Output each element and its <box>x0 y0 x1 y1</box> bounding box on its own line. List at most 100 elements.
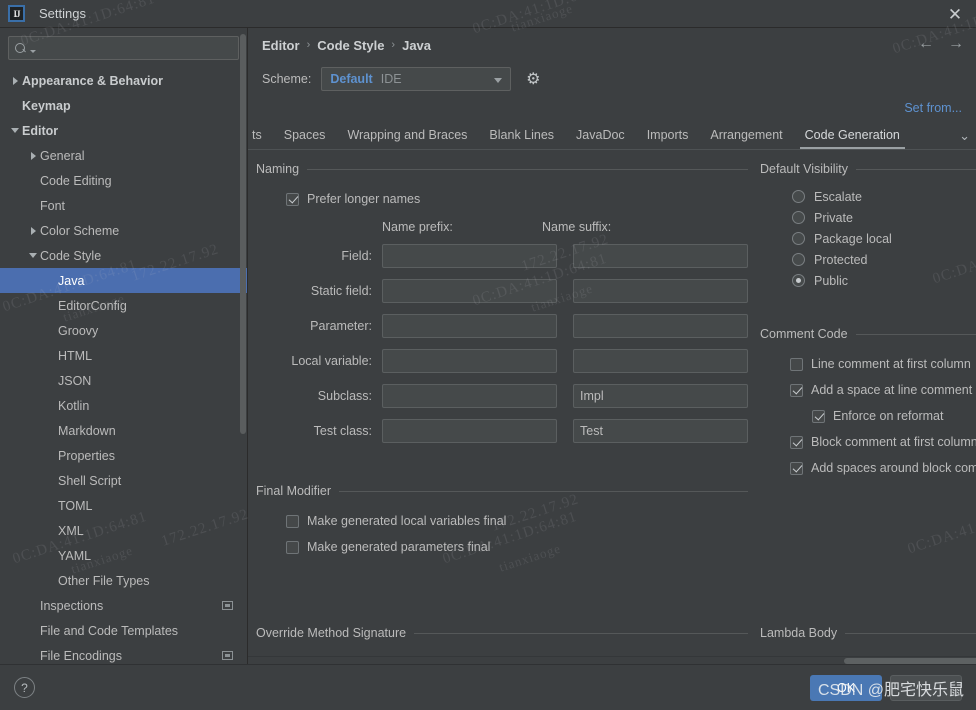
chevron-down-icon[interactable] <box>8 128 22 133</box>
copy-settings-icon[interactable] <box>222 601 233 610</box>
sidebar-item-groovy[interactable]: Groovy <box>0 318 247 343</box>
checkbox-make-generated-parameters-final[interactable] <box>286 540 299 554</box>
sidebar-item-code-style[interactable]: Code Style <box>0 243 247 268</box>
checkbox-make-generated-local-variables-final[interactable] <box>286 514 299 528</box>
radio-row-private[interactable]: Private <box>760 207 976 228</box>
sidebar-scrollbar[interactable] <box>240 34 246 434</box>
checkbox-add-spaces-around-block-comments[interactable] <box>790 461 803 475</box>
ok-button[interactable]: OK <box>810 674 882 701</box>
sidebar-item-yaml[interactable]: YAML <box>0 543 247 568</box>
copy-settings-icon[interactable] <box>222 651 233 660</box>
parameter-prefix-input[interactable] <box>382 313 557 338</box>
sidebar-item-editorconfig[interactable]: EditorConfig <box>0 293 247 318</box>
static-field-suffix-input[interactable] <box>573 278 748 303</box>
chevron-right-icon[interactable] <box>26 152 40 160</box>
checkbox-row-block-comment-at-first-column[interactable]: Block comment at first column <box>760 429 976 455</box>
sidebar-item-appearance-behavior[interactable]: Appearance & Behavior <box>0 68 247 93</box>
checkbox-block-comment-at-first-column[interactable] <box>790 435 803 449</box>
sidebar-item-xml[interactable]: XML <box>0 518 247 543</box>
checkbox-line-comment-at-first-column[interactable] <box>790 357 803 371</box>
checkbox-row-make-generated-parameters-final[interactable]: Make generated parameters final <box>256 534 748 560</box>
search-box[interactable] <box>8 36 239 60</box>
tab-imports[interactable]: Imports <box>636 128 700 149</box>
sidebar-item-font[interactable]: Font <box>0 193 247 218</box>
sidebar-item-kotlin[interactable]: Kotlin <box>0 393 247 418</box>
prefer-longer-names-checkbox[interactable] <box>286 192 299 206</box>
scheme-dropdown[interactable]: Default IDE <box>321 67 512 91</box>
tab-javadoc[interactable]: JavaDoc <box>565 128 636 149</box>
set-from-link[interactable]: Set from... <box>904 101 962 115</box>
sidebar-item-code-editing[interactable]: Code Editing <box>0 168 247 193</box>
chevron-right-icon[interactable] <box>8 77 22 85</box>
radio-private[interactable] <box>792 211 805 224</box>
sidebar-item-markdown[interactable]: Markdown <box>0 418 247 443</box>
field-prefix-input[interactable] <box>382 243 557 268</box>
sidebar-item-html[interactable]: HTML <box>0 343 247 368</box>
checkbox-row-line-comment-at-first-column[interactable]: Line comment at first column <box>760 351 976 377</box>
radio-escalate[interactable] <box>792 190 805 203</box>
sidebar-item-toml[interactable]: TOML <box>0 493 247 518</box>
final-modifier-group-title: Final Modifier <box>256 484 332 498</box>
breadcrumb-item-java[interactable]: Java <box>402 38 431 53</box>
sidebar-item-shell-script[interactable]: Shell Script <box>0 468 247 493</box>
subclass-suffix-input[interactable] <box>573 383 748 408</box>
checkbox-row-add-a-space-at-line-comment-start[interactable]: Add a space at line comment start <box>760 377 976 403</box>
chevron-down-icon[interactable] <box>26 253 40 258</box>
sidebar-item-java[interactable]: Java <box>0 268 247 293</box>
checkbox-enforce-on-reformat[interactable] <box>812 409 825 423</box>
sidebar-item-properties[interactable]: Properties <box>0 443 247 468</box>
sidebar-item-json[interactable]: JSON <box>0 368 247 393</box>
prefer-longer-names-row[interactable]: Prefer longer names <box>256 186 748 212</box>
radio-row-escalate[interactable]: Escalate <box>760 186 976 207</box>
radio-row-package-local[interactable]: Package local <box>760 228 976 249</box>
sidebar-item-file-and-code-templates[interactable]: File and Code Templates <box>0 618 247 643</box>
naming-row: Local variable: <box>256 343 748 378</box>
checkbox-row-make-generated-local-variables-final[interactable]: Make generated local variables final <box>256 508 748 534</box>
subclass-prefix-input[interactable] <box>382 383 557 408</box>
sidebar-item-editor[interactable]: Editor <box>0 118 247 143</box>
sidebar-item-color-scheme[interactable]: Color Scheme <box>0 218 247 243</box>
local-variable-suffix-input[interactable] <box>573 348 748 373</box>
checkbox-add-a-space-at-line-comment-start[interactable] <box>790 383 803 397</box>
tab-blank-lines[interactable]: Blank Lines <box>478 128 565 149</box>
tab-wrapping-and-braces[interactable]: Wrapping and Braces <box>336 128 478 149</box>
sidebar-item-general[interactable]: General <box>0 143 247 168</box>
radio-public[interactable] <box>792 274 805 287</box>
set-from-row: Set from... <box>248 96 976 120</box>
tab-ts[interactable]: ts <box>252 128 273 149</box>
window-title: Settings <box>39 6 86 21</box>
forward-arrow-icon[interactable]: → <box>948 36 964 52</box>
radio-protected[interactable] <box>792 253 805 266</box>
search-input[interactable] <box>36 41 232 55</box>
sidebar-item-keymap[interactable]: Keymap <box>0 93 247 118</box>
field-suffix-input[interactable] <box>573 243 748 268</box>
sidebar-item-other-file-types[interactable]: Other File Types <box>0 568 247 593</box>
local-variable-prefix-input[interactable] <box>382 348 557 373</box>
radio-row-protected[interactable]: Protected <box>760 249 976 270</box>
test-class-suffix-input[interactable] <box>573 418 748 443</box>
group-divider <box>339 490 748 492</box>
cancel-button[interactable] <box>890 674 962 701</box>
tab-code-generation[interactable]: Code Generation <box>794 128 911 149</box>
sidebar-item-inspections[interactable]: Inspections <box>0 593 247 618</box>
parameter-suffix-input[interactable] <box>573 313 748 338</box>
sidebar-item-file-encodings[interactable]: File Encodings <box>0 643 247 664</box>
gear-icon[interactable]: ⚙ <box>525 71 541 88</box>
naming-row: Static field: <box>256 273 748 308</box>
checkbox-row-add-spaces-around-block-comments[interactable]: Add spaces around block comments <box>760 455 976 481</box>
close-icon[interactable]: ✕ <box>944 3 966 25</box>
radio-package-local[interactable] <box>792 232 805 245</box>
tab-overflow-icon[interactable]: ⌄ <box>959 128 970 144</box>
help-button[interactable]: ? <box>14 677 35 698</box>
breadcrumb-item-code-style[interactable]: Code Style <box>317 38 384 53</box>
radio-row-public[interactable]: Public <box>760 270 976 291</box>
chevron-right-icon[interactable] <box>26 227 40 235</box>
sidebar-item-label: Appearance & Behavior <box>22 73 164 88</box>
static-field-prefix-input[interactable] <box>382 278 557 303</box>
breadcrumb-item-editor[interactable]: Editor <box>262 38 300 53</box>
checkbox-row-enforce-on-reformat[interactable]: Enforce on reformat <box>760 403 976 429</box>
tab-spaces[interactable]: Spaces <box>273 128 337 149</box>
tab-arrangement[interactable]: Arrangement <box>699 128 793 149</box>
test-class-prefix-input[interactable] <box>382 418 557 443</box>
back-arrow-icon[interactable]: ← <box>918 36 934 52</box>
